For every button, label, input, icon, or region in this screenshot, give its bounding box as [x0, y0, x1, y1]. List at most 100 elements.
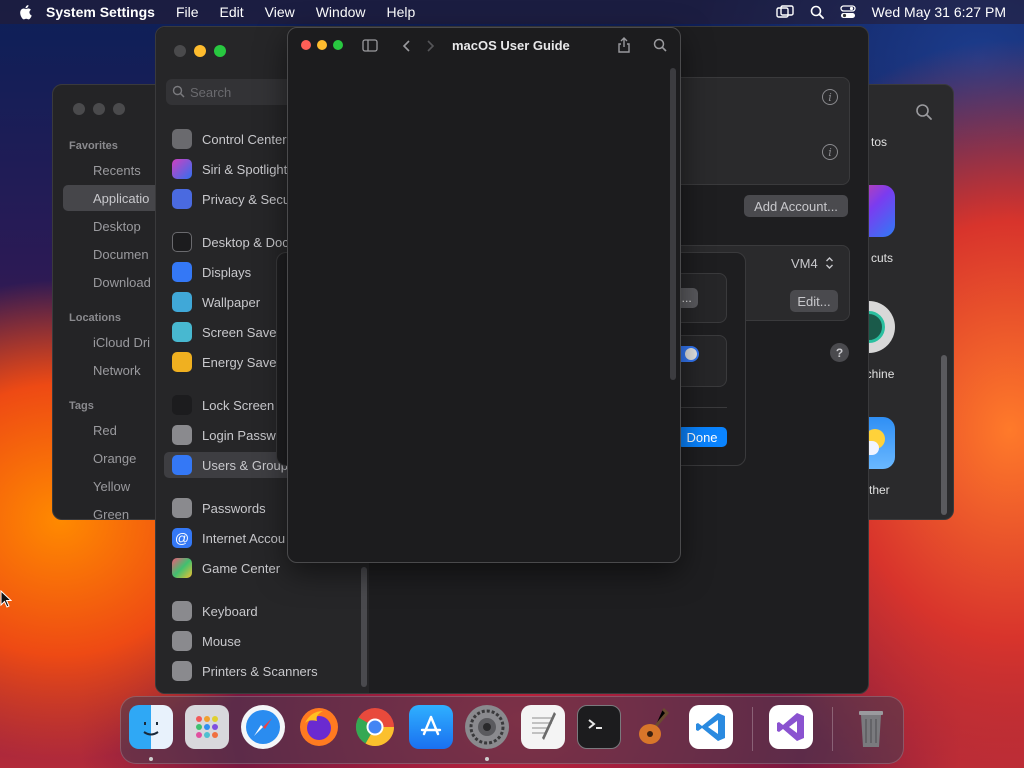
dock-app-store-icon[interactable]: [409, 705, 453, 749]
finder-tag-orange[interactable]: Orange: [93, 451, 136, 466]
menu-file[interactable]: File: [176, 4, 199, 20]
sidebar-item-login-password[interactable]: Login Passwo: [172, 425, 283, 445]
menu-help[interactable]: Help: [387, 4, 416, 20]
sidebar-item-users-groups[interactable]: Users & Group: [172, 455, 288, 475]
edit-button[interactable]: Edit...: [790, 290, 838, 312]
close-icon[interactable]: [174, 45, 186, 57]
zoom-icon[interactable]: [214, 45, 226, 57]
close-icon[interactable]: [73, 103, 85, 115]
sidebar-item-label: Internet Accou: [202, 530, 286, 546]
share-icon[interactable]: [617, 37, 631, 58]
finder-section-favorites: Favorites: [69, 140, 118, 152]
menu-app-name[interactable]: System Settings: [46, 4, 155, 20]
sidebar-item-privacy[interactable]: Privacy & Secu: [172, 189, 290, 209]
dock-terminal-icon[interactable]: [577, 705, 621, 749]
dock-launchpad-icon[interactable]: [185, 705, 229, 749]
finder-search-icon[interactable]: [915, 103, 933, 126]
guide-scrollbar[interactable]: [670, 68, 676, 380]
menu-view[interactable]: View: [265, 4, 295, 20]
user-guide-window: macOS User Guide: [287, 27, 681, 563]
search-icon[interactable]: [653, 38, 667, 57]
finder-tag-red[interactable]: Red: [93, 423, 117, 438]
hand-icon: [172, 189, 192, 209]
dock-system-settings-icon[interactable]: [465, 705, 509, 749]
chevron-updown-icon[interactable]: [825, 256, 834, 275]
finder-sidebar: Favorites Recents Applicatio Desktop Doc…: [53, 85, 163, 522]
users-icon: [172, 455, 192, 475]
vm-value[interactable]: VM4: [791, 256, 818, 271]
control-center-icon[interactable]: [839, 5, 856, 19]
finder-item-applications[interactable]: Applicatio: [93, 191, 149, 206]
sun-icon: [172, 262, 192, 282]
forward-chevron-icon[interactable]: [426, 39, 435, 58]
add-account-button[interactable]: Add Account...: [744, 195, 848, 217]
dock-vscode-icon[interactable]: [689, 705, 733, 749]
sidebar-item-desktop-dock[interactable]: Desktop & Doc: [172, 232, 289, 252]
siri-icon: [172, 159, 192, 179]
finder-item-desktop[interactable]: Desktop: [93, 219, 141, 234]
search-icon[interactable]: [810, 5, 824, 19]
sidebar-item-keyboard[interactable]: Keyboard: [172, 601, 258, 621]
sidebar-item-energy-saver[interactable]: Energy Saver: [172, 352, 281, 372]
dock-firefox-icon[interactable]: [297, 705, 341, 749]
sidebar-item-printers[interactable]: Printers & Scanners: [172, 661, 318, 681]
close-icon[interactable]: [301, 40, 311, 50]
help-button[interactable]: ?: [830, 343, 849, 362]
apple-icon[interactable]: [18, 4, 32, 20]
finder-item-icloud[interactable]: iCloud Dri: [93, 335, 150, 350]
settings-traffic-lights: [174, 45, 226, 57]
menu-window[interactable]: Window: [316, 4, 366, 20]
dock-trash-icon[interactable]: [849, 705, 893, 749]
finder-tag-green[interactable]: Green: [93, 507, 129, 522]
keyboard-icon: [172, 601, 192, 621]
menu-clock[interactable]: Wed May 31 6:27 PM: [872, 4, 1006, 20]
dock-textedit-icon[interactable]: [521, 705, 565, 749]
minimize-icon[interactable]: [194, 45, 206, 57]
finder-scrollbar[interactable]: [941, 355, 947, 515]
minimize-icon[interactable]: [93, 103, 105, 115]
sidebar-item-label: Lock Screen: [202, 397, 275, 413]
dock-garageband-icon[interactable]: [633, 705, 677, 749]
sidebar-item-internet-accounts[interactable]: @ Internet Accou: [172, 528, 285, 548]
finder-item-documents[interactable]: Documen: [93, 247, 149, 262]
search-icon: [172, 85, 185, 101]
finder-item-network[interactable]: Network: [93, 363, 141, 378]
dock-running-indicator: [149, 757, 153, 761]
sidebar-item-mouse[interactable]: Mouse: [172, 631, 241, 651]
minimize-icon[interactable]: [317, 40, 327, 50]
sidebar-item-displays[interactable]: Displays: [172, 262, 251, 282]
control-center-icon: [172, 129, 192, 149]
finder-item-recents[interactable]: Recents: [93, 163, 141, 178]
dock-safari-icon[interactable]: [241, 705, 285, 749]
info-icon[interactable]: i: [822, 144, 838, 160]
sidebar-item-screen-saver[interactable]: Screen Saver: [172, 322, 281, 342]
sidebar-item-passwords[interactable]: Passwords: [172, 498, 266, 518]
back-chevron-icon[interactable]: [402, 39, 411, 58]
finder-item-downloads[interactable]: Download: [93, 275, 151, 290]
info-icon[interactable]: i: [822, 89, 838, 105]
dock: [120, 696, 904, 764]
dock-icon: [172, 232, 192, 252]
sidebar-toggle-icon[interactable]: [362, 39, 378, 57]
zoom-icon[interactable]: [333, 40, 343, 50]
finder-tag-yellow[interactable]: Yellow: [93, 479, 130, 494]
finder-section-tags: Tags: [69, 400, 94, 412]
sidebar-item-label: Control Center: [202, 131, 287, 147]
screen-mirroring-icon[interactable]: [775, 5, 794, 19]
sidebar-item-siri[interactable]: Siri & Spotlight: [172, 159, 287, 179]
zoom-icon[interactable]: [113, 103, 125, 115]
printer-icon: [172, 661, 192, 681]
sidebar-item-game-center[interactable]: Game Center: [172, 558, 280, 578]
dock-finder-icon[interactable]: [129, 705, 173, 749]
sidebar-item-control-center[interactable]: Control Center: [172, 129, 287, 149]
sidebar-item-wallpaper[interactable]: Wallpaper: [172, 292, 260, 312]
dock-visual-studio-icon[interactable]: [769, 705, 813, 749]
settings-sidebar-scrollbar[interactable]: [361, 567, 367, 687]
dock-chrome-icon[interactable]: [353, 705, 397, 749]
dock-separator: [832, 707, 833, 751]
done-button[interactable]: Done: [677, 427, 727, 447]
settings-search-input[interactable]: Search: [166, 79, 306, 105]
sidebar-item-lock-screen[interactable]: Lock Screen: [172, 395, 274, 415]
menu-edit[interactable]: Edit: [220, 4, 244, 20]
sidebar-item-label: Login Passwo: [202, 427, 283, 443]
